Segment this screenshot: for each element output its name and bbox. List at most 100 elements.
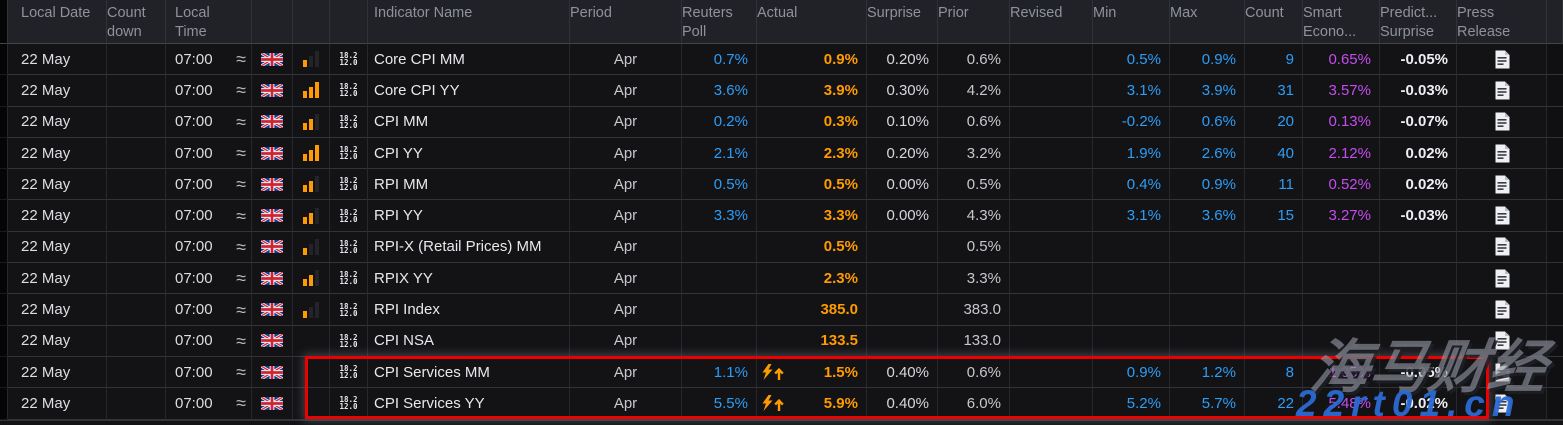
cell-indicator-name: Core CPI MM [368, 44, 570, 75]
cell-actual: 0.3% [757, 107, 867, 138]
press-release-doc-icon[interactable] [1494, 394, 1510, 413]
cell-importance [293, 44, 330, 75]
cell-flag [252, 169, 293, 200]
economic-history-icon[interactable]: 18.212.0 [339, 83, 357, 97]
press-release-doc-icon[interactable] [1494, 144, 1510, 163]
table-row[interactable]: 22 May07:00≈18.212.0RPI-X (Retail Prices… [0, 232, 1563, 263]
cell-local-time: 07:00≈ [166, 294, 252, 325]
table-row[interactable]: 22 May07:00≈18.212.0CPI YYApr2.1%2.3%0.2… [0, 138, 1563, 169]
left-edge-gutter [0, 75, 8, 106]
economic-history-icon[interactable]: 18.212.0 [339, 209, 357, 223]
cell-reuters-poll [682, 232, 757, 263]
table-row[interactable]: 22 May07:00≈18.212.0RPI IndexApr385.0383… [0, 294, 1563, 325]
beat-flash-up-icon [760, 395, 785, 411]
col-surprise[interactable]: Surprise [867, 0, 938, 44]
cell-smart-economics: 3.27% [1303, 200, 1380, 231]
cell-prediction-surprise [1380, 326, 1457, 357]
col-reuters-poll[interactable]: ReutersPoll [682, 0, 757, 44]
col-label: Min [1093, 4, 1116, 23]
press-release-doc-icon[interactable] [1494, 112, 1510, 131]
cell-surprise [867, 263, 938, 294]
press-release-doc-icon[interactable] [1494, 237, 1510, 256]
cell-prior: 0.6% [938, 357, 1010, 388]
col-min[interactable]: Min [1093, 0, 1170, 44]
cell-revised [1010, 294, 1093, 325]
actual-value: 0.5% [824, 238, 858, 255]
table-row[interactable]: 22 May07:00≈18.212.0CPI Services MMApr1.… [0, 357, 1563, 388]
left-edge-gutter [0, 107, 8, 138]
cell-reuters-poll: 1.1% [682, 357, 757, 388]
cell-local-date: 22 May [8, 326, 107, 357]
col-press-release[interactable]: PressRelease [1457, 0, 1547, 44]
cell-local-date: 22 May [8, 263, 107, 294]
economic-history-icon[interactable]: 18.212.0 [339, 52, 357, 66]
cell-max: 0.9% [1170, 44, 1245, 75]
col-smart-economics[interactable]: SmartEcono... [1303, 0, 1380, 44]
beat-flash-up-icon [760, 364, 785, 380]
col-label: Count [1245, 4, 1284, 23]
col-countdown[interactable]: Countdown [107, 0, 166, 44]
economic-history-icon[interactable]: 18.212.0 [339, 240, 357, 254]
table-row[interactable]: 22 May07:00≈18.212.0RPI YYApr3.3%3.3%0.0… [0, 200, 1563, 231]
table-row[interactable]: 22 May07:00≈18.212.0CPI NSAApr133.5133.0 [0, 326, 1563, 357]
col-indicator-name[interactable]: Indicator Name [368, 0, 570, 44]
cell-local-time: 07:00≈ [166, 107, 252, 138]
col-prior[interactable]: Prior [938, 0, 1010, 44]
cell-prediction-surprise: 0.02% [1380, 169, 1457, 200]
col-local-time[interactable]: LocalTime [166, 0, 252, 44]
col-period[interactable]: Period [570, 0, 682, 44]
cell-local-time: 07:00≈ [166, 75, 252, 106]
cell-prior: 3.3% [938, 263, 1010, 294]
press-release-doc-icon[interactable] [1494, 81, 1510, 100]
economic-history-icon[interactable]: 18.212.0 [339, 115, 357, 129]
economic-history-icon[interactable]: 18.212.0 [339, 396, 357, 410]
table-row[interactable]: 22 May07:00≈18.212.0CPI MMApr0.2%0.3%0.1… [0, 107, 1563, 138]
cell-actual: 2.3% [757, 263, 867, 294]
col-label: Press [1457, 4, 1494, 23]
press-release-doc-icon[interactable] [1494, 175, 1510, 194]
cell-min: 0.4% [1093, 169, 1170, 200]
col-actual[interactable]: Actual [757, 0, 867, 44]
cell-period: Apr [570, 232, 682, 263]
press-release-doc-icon[interactable] [1494, 269, 1510, 288]
table-row[interactable]: 22 May07:00≈18.212.0Core CPI MMApr0.7%0.… [0, 44, 1563, 75]
col-label: Poll [682, 23, 706, 42]
economic-history-icon[interactable]: 18.212.0 [339, 303, 357, 317]
col-count[interactable]: Count [1245, 0, 1303, 44]
table-row[interactable]: 22 May07:00≈18.212.0RPI MMApr0.5%0.5%0.0… [0, 169, 1563, 200]
col-prediction-surprise[interactable]: Predict...Surprise [1380, 0, 1457, 44]
actual-value: 3.9% [824, 82, 858, 99]
press-release-doc-icon[interactable] [1494, 206, 1510, 225]
col-max[interactable]: Max [1170, 0, 1245, 44]
cell-countdown [107, 388, 166, 419]
table-row[interactable]: 22 May07:00≈18.212.0RPIX YYApr2.3%3.3% [0, 263, 1563, 294]
cell-importance [293, 200, 330, 231]
cell-flag [252, 138, 293, 169]
economic-history-icon[interactable]: 18.212.0 [339, 334, 357, 348]
cell-surprise [867, 294, 938, 325]
press-release-doc-icon[interactable] [1494, 50, 1510, 69]
cell-min: 5.2% [1093, 388, 1170, 419]
table-row[interactable]: 22 May07:00≈18.212.0CPI Services YYApr5.… [0, 388, 1563, 419]
press-release-doc-icon[interactable] [1494, 363, 1510, 382]
cell-revised [1010, 200, 1093, 231]
col-local-date[interactable]: Local Date [8, 0, 107, 44]
cell-actual: 3.9% [757, 75, 867, 106]
economic-history-icon[interactable]: 18.212.0 [339, 365, 357, 379]
cell-surprise: 0.00% [867, 169, 938, 200]
press-release-doc-icon[interactable] [1494, 331, 1510, 350]
uk-flag-icon [261, 240, 283, 253]
cell-actual: 0.5% [757, 232, 867, 263]
economic-history-icon[interactable]: 18.212.0 [339, 177, 357, 191]
local-time-value: 07:00 [175, 270, 213, 287]
cell-smart-economics [1303, 326, 1380, 357]
cell-period: Apr [570, 357, 682, 388]
col-revised[interactable]: Revised [1010, 0, 1093, 44]
cell-history: 18.212.0 [330, 107, 368, 138]
economic-history-icon[interactable]: 18.212.0 [339, 146, 357, 160]
actual-value: 133.5 [820, 332, 858, 349]
press-release-doc-icon[interactable] [1494, 300, 1510, 319]
uk-flag-icon [261, 178, 283, 191]
table-row[interactable]: 22 May07:00≈18.212.0Core CPI YYApr3.6%3.… [0, 75, 1563, 106]
economic-history-icon[interactable]: 18.212.0 [339, 271, 357, 285]
